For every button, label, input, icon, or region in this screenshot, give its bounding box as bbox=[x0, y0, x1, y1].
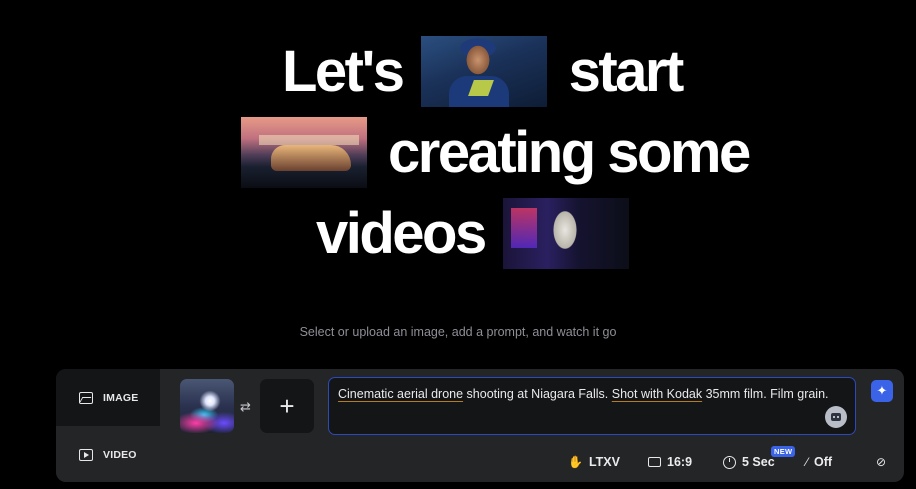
owl-image bbox=[502, 198, 629, 269]
aspect-ratio-icon bbox=[648, 457, 661, 467]
aspect-ratio-label: 16:9 bbox=[667, 455, 693, 469]
hero-word-start: start bbox=[568, 38, 685, 104]
hero-line-3: videos bbox=[316, 198, 629, 269]
prompt-text-3: Shot with Kodak bbox=[611, 387, 703, 401]
hero-line-2: creating some bbox=[241, 117, 751, 188]
mode-image-label: IMAGE bbox=[103, 391, 139, 404]
prompt-text-4: 35mm film. Film grain. bbox=[702, 387, 829, 401]
duration-label: 5 Sec bbox=[742, 455, 775, 469]
robot-icon[interactable] bbox=[825, 406, 847, 428]
vintage-car-image bbox=[241, 117, 367, 188]
mode-video-label: VIDEO bbox=[103, 448, 137, 461]
source-image-thumbnail[interactable] bbox=[180, 379, 234, 433]
prompt-input[interactable]: Cinematic aerial drone shooting at Niaga… bbox=[328, 377, 856, 435]
aspect-ratio-selector[interactable]: 16:9 bbox=[648, 455, 692, 469]
prompt-text-2: shooting at Niagara Falls. bbox=[463, 387, 612, 401]
link-icon: ⊘ bbox=[876, 455, 887, 469]
new-badge: NEW bbox=[771, 446, 796, 457]
add-image-button[interactable]: + bbox=[260, 379, 314, 433]
model-selector[interactable]: ✋ LTXV bbox=[568, 455, 620, 469]
tagline: Select or upload an image, add a prompt,… bbox=[299, 325, 617, 339]
prompt-text-1: Cinematic aerial drone bbox=[338, 387, 464, 401]
enhance-prompt-button[interactable]: ✦ bbox=[871, 380, 893, 402]
duration-selector[interactable]: 5 Sec bbox=[723, 455, 775, 469]
generation-panel: IMAGE VIDEO ⇄ + Cinematic aerial drone s… bbox=[56, 369, 904, 482]
sparkle-icon: ✦ bbox=[876, 383, 888, 398]
link-button[interactable]: ⊘ bbox=[876, 455, 886, 469]
mode-video-tab[interactable]: VIDEO bbox=[56, 426, 160, 482]
audio-off-icon: ⁄ bbox=[806, 455, 809, 469]
swap-icon[interactable]: ⇄ bbox=[240, 399, 251, 415]
model-icon: ✋ bbox=[568, 455, 583, 469]
mode-image-tab[interactable]: IMAGE bbox=[56, 369, 160, 426]
audio-toggle[interactable]: ⁄ Off bbox=[806, 455, 832, 469]
clock-icon bbox=[723, 455, 736, 469]
flight-attendant-image bbox=[420, 36, 547, 107]
audio-label: Off bbox=[814, 455, 833, 469]
hero-word-videos: videos bbox=[316, 200, 487, 266]
image-icon bbox=[79, 391, 93, 404]
hero-word-creating: creating some bbox=[388, 119, 751, 185]
hero-word-lets: Let's bbox=[282, 38, 405, 104]
model-label: LTXV bbox=[588, 455, 620, 469]
hero-line-1: Let's start bbox=[282, 36, 685, 107]
video-icon bbox=[79, 448, 93, 461]
